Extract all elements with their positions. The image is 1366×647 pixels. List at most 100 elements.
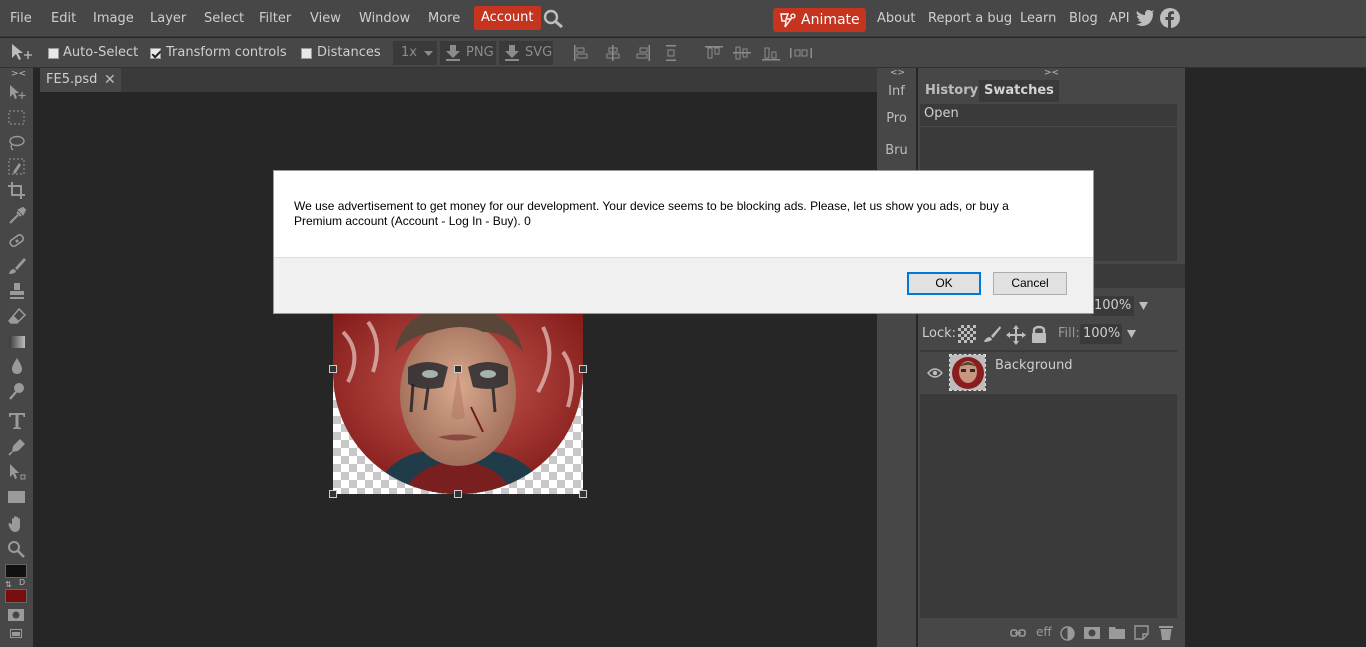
background-color-swatch[interactable] — [5, 589, 27, 603]
adjustment-layer-icon[interactable] — [1060, 626, 1075, 641]
pen-tool-icon[interactable] — [7, 438, 27, 456]
menu-view[interactable]: View — [310, 0, 341, 37]
menu-select[interactable]: Select — [204, 0, 244, 37]
ok-button[interactable]: OK — [907, 272, 981, 295]
document-tab[interactable]: FE5.psd ✕ — [40, 68, 121, 92]
brush-tool-icon[interactable] — [7, 257, 27, 275]
marquee-tool-icon[interactable] — [7, 109, 27, 127]
chevron-down-icon[interactable] — [1139, 302, 1148, 310]
align-left-icon[interactable] — [573, 45, 589, 61]
healing-tool-icon[interactable] — [7, 232, 27, 250]
screen-mode-icon[interactable] — [10, 629, 22, 638]
layer-thumbnail[interactable] — [949, 354, 986, 391]
layer-row[interactable]: Background — [920, 352, 1177, 394]
chevron-down-icon[interactable] — [1127, 330, 1136, 338]
transform-handle[interactable] — [329, 365, 337, 373]
zoom-value: 1x — [401, 45, 417, 60]
fill-input[interactable]: 100% — [1080, 324, 1122, 344]
expand-arrows-icon[interactable]: <> — [890, 68, 905, 78]
transform-handle[interactable] — [579, 490, 587, 498]
distribute-h-icon[interactable] — [663, 45, 679, 61]
search-icon[interactable] — [543, 9, 565, 29]
type-tool-icon[interactable] — [7, 411, 27, 429]
document-tab-title: FE5.psd — [46, 72, 98, 87]
menu-image[interactable]: Image — [93, 0, 134, 37]
move-tool-icon[interactable] — [10, 43, 34, 63]
distribute-v-icon[interactable] — [790, 45, 812, 61]
facebook-icon[interactable] — [1160, 8, 1180, 28]
foreground-color-swatch[interactable] — [5, 564, 27, 578]
distances-checkbox[interactable] — [301, 48, 312, 59]
effects-button[interactable]: eff — [1036, 625, 1052, 639]
zoom-select[interactable]: 1x — [393, 41, 437, 65]
close-icon[interactable]: ✕ — [104, 68, 116, 92]
new-group-icon[interactable] — [1109, 626, 1125, 639]
menu-blog[interactable]: Blog — [1069, 0, 1098, 37]
menu-file[interactable]: File — [10, 0, 32, 37]
menu-api[interactable]: API — [1109, 0, 1130, 37]
eyedropper-tool-icon[interactable] — [7, 207, 27, 225]
blur-tool-icon[interactable] — [7, 357, 27, 375]
transform-handle[interactable] — [579, 365, 587, 373]
menu-edit[interactable]: Edit — [51, 0, 76, 37]
dialog-body: We use advertisement to get money for ou… — [274, 171, 1093, 258]
eye-icon[interactable] — [927, 368, 943, 378]
export-svg-button[interactable]: SVG — [499, 41, 553, 65]
new-layer-icon[interactable] — [1134, 625, 1149, 640]
opacity-input[interactable]: 100% — [1092, 296, 1134, 316]
brush-panel-tab[interactable]: Bru — [877, 143, 916, 158]
align-center-h-icon[interactable] — [605, 45, 621, 61]
lock-transparency-icon[interactable] — [958, 325, 976, 343]
align-top-icon[interactable] — [705, 45, 723, 61]
menu-account[interactable]: Account — [474, 6, 541, 30]
path-select-tool-icon[interactable] — [7, 463, 27, 481]
eraser-tool-icon[interactable] — [7, 307, 27, 325]
document-canvas[interactable] — [333, 312, 583, 494]
swap-colors-icon[interactable]: ⇅ — [5, 580, 12, 589]
menu-window[interactable]: Window — [359, 0, 410, 37]
lasso-tool-icon[interactable] — [7, 134, 27, 152]
gradient-tool-icon[interactable] — [7, 333, 27, 351]
menu-report-bug[interactable]: Report a bug — [928, 0, 1012, 37]
properties-panel-tab[interactable]: Pro — [877, 111, 916, 126]
dodge-tool-icon[interactable] — [7, 382, 27, 400]
hand-tool-icon[interactable] — [7, 515, 27, 533]
menu-layer[interactable]: Layer — [150, 0, 186, 37]
cancel-button[interactable]: Cancel — [993, 272, 1067, 295]
align-bottom-icon[interactable] — [762, 45, 780, 61]
auto-select-checkbox[interactable] — [48, 48, 59, 59]
collapse-arrows-icon[interactable]: >< — [11, 69, 26, 79]
lock-position-icon[interactable] — [1006, 325, 1026, 345]
layer-mask-icon[interactable] — [1084, 627, 1100, 639]
tab-history[interactable]: History — [920, 80, 984, 102]
info-panel-tab[interactable]: Inf — [877, 84, 916, 99]
menu-more[interactable]: More — [428, 0, 460, 37]
link-layers-icon[interactable] — [1010, 628, 1026, 638]
crop-tool-icon[interactable] — [7, 182, 27, 200]
menu-about[interactable]: About — [877, 0, 915, 37]
move-tool-icon[interactable] — [7, 84, 27, 102]
history-item[interactable]: Open — [924, 106, 959, 121]
stamp-tool-icon[interactable] — [7, 282, 27, 300]
export-png-button[interactable]: PNG — [440, 41, 496, 65]
quick-mask-icon[interactable] — [8, 609, 24, 621]
align-middle-icon[interactable] — [733, 45, 751, 61]
transform-handle[interactable] — [329, 490, 337, 498]
shape-tool-icon[interactable] — [7, 488, 27, 506]
twitter-icon[interactable] — [1136, 9, 1156, 27]
animate-button[interactable]: Animate — [773, 8, 866, 32]
lock-pixels-icon[interactable] — [983, 325, 1001, 343]
menu-learn[interactable]: Learn — [1020, 0, 1056, 37]
quick-select-tool-icon[interactable] — [7, 158, 27, 176]
default-colors-icon[interactable]: D — [19, 578, 25, 587]
menu-filter[interactable]: Filter — [259, 0, 291, 37]
tab-swatches[interactable]: Swatches — [979, 80, 1059, 102]
align-right-icon[interactable] — [635, 45, 651, 61]
trash-icon[interactable] — [1159, 625, 1173, 640]
lock-all-icon[interactable] — [1031, 324, 1047, 344]
zoom-tool-icon[interactable] — [7, 540, 27, 558]
transform-controls-checkbox[interactable] — [150, 48, 161, 59]
transform-handle[interactable] — [454, 365, 462, 373]
collapse-arrows-icon[interactable]: >< — [1044, 68, 1059, 78]
transform-handle[interactable] — [454, 490, 462, 498]
